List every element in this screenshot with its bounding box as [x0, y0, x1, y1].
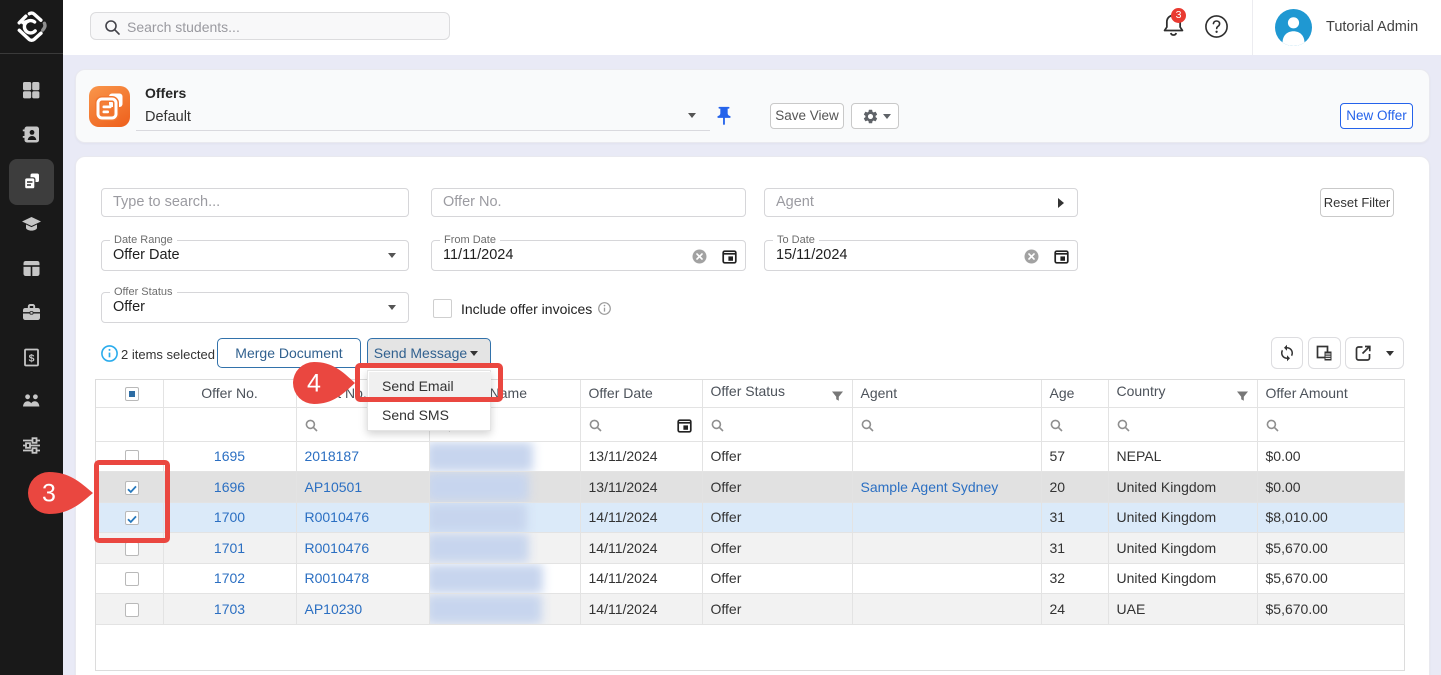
- svg-text:$: $: [29, 353, 35, 365]
- svg-text:3: 3: [42, 480, 56, 508]
- svg-text:4: 4: [307, 370, 321, 398]
